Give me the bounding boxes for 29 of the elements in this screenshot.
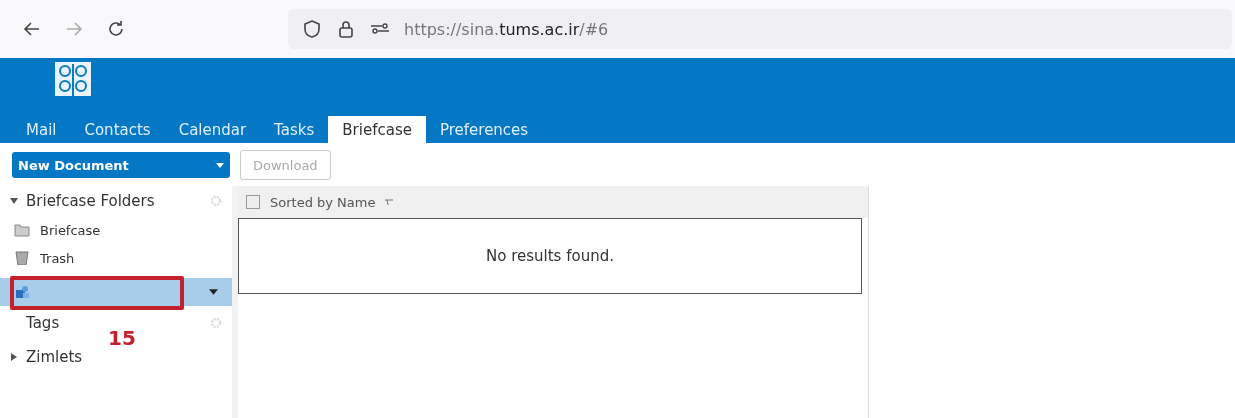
address-bar[interactable]: https://sina.tums.ac.ir/#6 bbox=[288, 9, 1232, 49]
shared-folder-icon bbox=[14, 285, 30, 299]
app-tab[interactable]: Mail bbox=[14, 116, 71, 143]
app-tab[interactable]: Preferences bbox=[425, 116, 543, 143]
expand-arrow-icon[interactable] bbox=[10, 353, 18, 361]
section-title: Briefcase Folders bbox=[26, 192, 156, 210]
caret-icon[interactable] bbox=[216, 162, 224, 168]
sort-label[interactable]: Sorted by Name bbox=[270, 194, 376, 210]
app-tab[interactable]: Tasks bbox=[260, 116, 329, 143]
folder-icon bbox=[14, 223, 30, 237]
dropdown-caret-icon[interactable] bbox=[209, 289, 218, 295]
folder-item[interactable] bbox=[0, 278, 232, 306]
lock-icon[interactable] bbox=[336, 19, 356, 39]
new-document-button[interactable]: New Document bbox=[12, 152, 230, 178]
logo-icon bbox=[55, 62, 91, 98]
section-title[interactable]: Zimlets bbox=[26, 348, 232, 366]
reload-icon[interactable] bbox=[106, 19, 126, 39]
app-tab[interactable]: Contacts bbox=[70, 116, 165, 143]
select-all-checkbox[interactable] bbox=[246, 195, 260, 209]
collapse-arrow-icon[interactable] bbox=[10, 197, 18, 205]
folder-item[interactable]: Trash bbox=[0, 244, 232, 272]
shield-icon[interactable] bbox=[302, 19, 322, 39]
url-text: https://sina.tums.ac.ir/#6 bbox=[404, 19, 609, 39]
app-tab[interactable]: Calendar bbox=[164, 116, 261, 143]
folder-item[interactable]: Briefcase bbox=[0, 216, 232, 244]
trash-icon bbox=[14, 251, 30, 265]
empty-message: No results found. bbox=[486, 247, 614, 265]
app-tab[interactable]: Briefcase bbox=[328, 116, 426, 143]
sort-icon[interactable] bbox=[385, 199, 394, 205]
